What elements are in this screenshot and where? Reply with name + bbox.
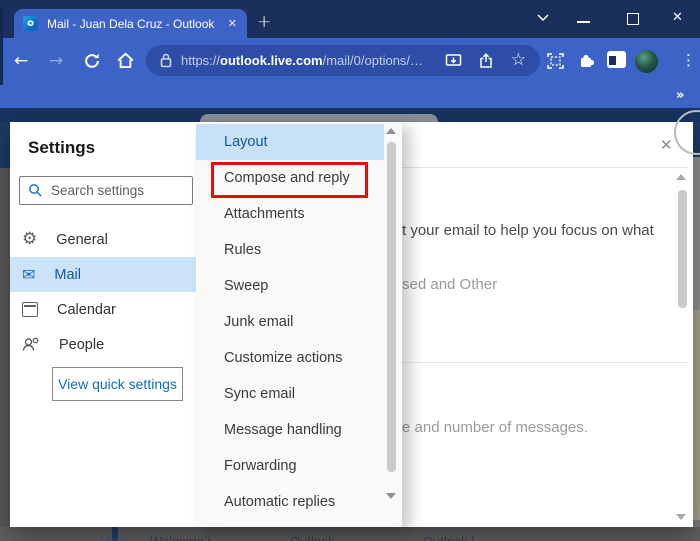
browser-tab[interactable]: o Mail - Juan Dela Cruz - Outlook ✕	[14, 9, 247, 38]
close-icon[interactable]: ✕	[660, 136, 673, 154]
window-close-button[interactable]: ✕	[672, 10, 683, 25]
dimmed-page-right-strip	[693, 157, 700, 310]
content-text-fragment: e and number of messages.	[402, 419, 588, 436]
dimmed-page-left-strip	[0, 122, 10, 168]
dimmed-page-right-strip	[693, 520, 700, 527]
settings-search-box[interactable]	[19, 176, 193, 205]
menu-dots-icon[interactable]: ⋮	[681, 51, 696, 69]
sidebar-item-people[interactable]: People	[10, 327, 196, 362]
bookmarks-overflow-chevron-icon[interactable]: »	[676, 88, 684, 103]
sidebar-item-label: People	[59, 337, 104, 353]
scrollbar-thumb[interactable]	[387, 142, 396, 472]
menu-item-sync-email[interactable]: Sync email	[196, 376, 384, 412]
scrollbar-down-arrow[interactable]	[676, 514, 686, 520]
outlook-favicon-icon: o	[23, 16, 38, 31]
dimmed-text-fragment: Outlook	[290, 534, 335, 541]
menu-item-sweep[interactable]: Sweep	[196, 268, 384, 304]
browser-profile-avatar[interactable]	[635, 50, 658, 73]
dimmed-outlook-searchbox	[200, 114, 438, 122]
highlight-box-compose-and-reply	[211, 162, 368, 198]
sidebar-item-general[interactable]: ⚙ General	[10, 222, 196, 257]
share-icon[interactable]	[478, 53, 495, 69]
people-icon	[22, 337, 40, 352]
window-maximize-button[interactable]	[627, 13, 639, 25]
sidebar-item-calendar[interactable]: Calendar	[10, 292, 196, 327]
settings-title: Settings	[28, 138, 95, 158]
view-quick-settings-button[interactable]: View quick settings	[52, 367, 183, 401]
sidebar-item-label: Mail	[54, 267, 81, 283]
back-button[interactable]: ←	[14, 51, 28, 71]
window-menu-chevron-icon[interactable]	[536, 13, 550, 23]
content-text-fragment: sed and Other	[402, 276, 497, 293]
browser-window: o Mail - Juan Dela Cruz - Outlook ✕ + ✕ …	[0, 0, 700, 541]
tab-strip: o Mail - Juan Dela Cruz - Outlook ✕ + ✕	[0, 0, 700, 38]
window-minimize-button[interactable]	[577, 21, 590, 23]
sidebar-item-label: General	[56, 232, 108, 248]
menu-item-layout[interactable]: Layout	[196, 124, 384, 160]
mail-icon: ✉	[22, 267, 35, 283]
header-divider	[402, 167, 688, 168]
content-divider	[402, 362, 688, 363]
forward-button[interactable]: →	[49, 51, 63, 71]
dimmed-text-fragment: Welcome t	[150, 534, 211, 541]
gear-icon: ⚙	[22, 231, 37, 248]
menu-item-automatic-replies[interactable]: Automatic replies	[196, 484, 384, 520]
search-icon	[28, 183, 43, 198]
sidebar-item-label: Calendar	[57, 302, 116, 318]
menu-item-rules[interactable]: Rules	[196, 232, 384, 268]
menu-item-junk-email[interactable]: Junk email	[196, 304, 384, 340]
menu-item-message-handling[interactable]: Message handling	[196, 412, 384, 448]
calendar-icon	[22, 302, 38, 317]
dimmed-text-fragment: Hide	[100, 534, 127, 541]
home-button[interactable]	[116, 51, 135, 70]
content-text-fragment: t your email to help you focus on what	[402, 222, 654, 239]
address-bar[interactable]: https://outlook.live.com/mail/0/options/…	[146, 45, 540, 76]
new-tab-button[interactable]: +	[257, 12, 271, 32]
tab-close-icon[interactable]: ✕	[228, 17, 237, 30]
bookmark-star-icon[interactable]: ☆	[511, 52, 526, 69]
scrollbar-up-arrow[interactable]	[386, 128, 396, 134]
extensions-puzzle-icon[interactable]	[578, 52, 596, 69]
bookmarks-bar	[0, 85, 700, 108]
scrollbar-down-arrow[interactable]	[386, 493, 396, 499]
lock-icon[interactable]	[160, 53, 172, 68]
dimmed-page-right-strip	[693, 310, 700, 520]
menu-item-attachments[interactable]: Attachments	[196, 196, 384, 232]
dimmed-page-bottom-strip: Hide Welcome t Outlook Outlook l	[0, 527, 700, 541]
sidebar-item-mail[interactable]: ✉ Mail	[10, 257, 196, 292]
install-app-icon[interactable]	[445, 53, 462, 69]
menu-item-forwarding[interactable]: Forwarding	[196, 448, 384, 484]
menu-item-customize-actions[interactable]: Customize actions	[196, 340, 384, 376]
reload-button[interactable]	[83, 52, 101, 70]
capture-icon[interactable]	[546, 52, 565, 70]
dimmed-text-fragment: Outlook l	[423, 534, 474, 541]
url-text: https://outlook.live.com/mail/0/options/…	[181, 53, 423, 68]
tab-title: Mail - Juan Dela Cruz - Outlook	[47, 17, 222, 31]
dimmed-page-left-strip	[0, 168, 10, 527]
scrollbar-thumb[interactable]	[678, 190, 687, 308]
search-input[interactable]	[51, 183, 171, 198]
scrollbar-up-arrow[interactable]	[676, 174, 686, 180]
side-panel-icon[interactable]	[607, 51, 626, 68]
